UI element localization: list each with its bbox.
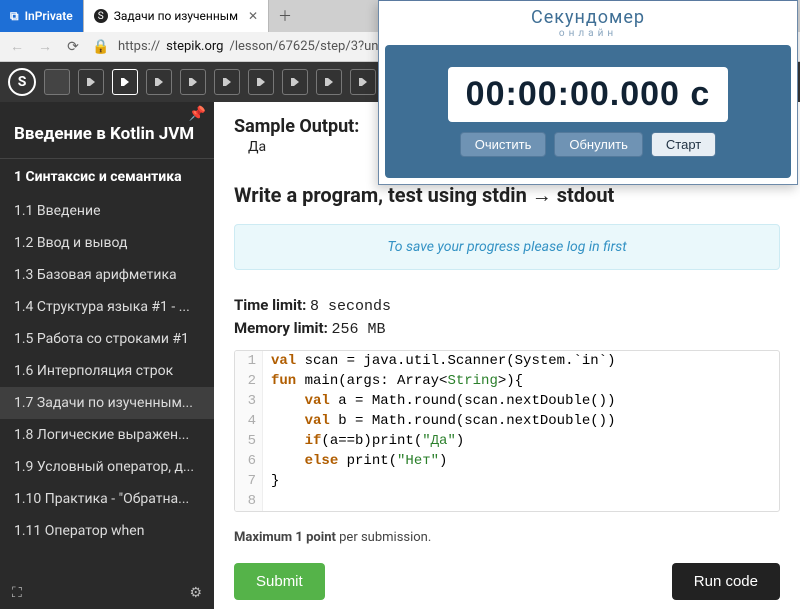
forward-icon[interactable]: → <box>34 36 56 58</box>
close-icon[interactable]: ✕ <box>244 9 258 23</box>
gear-icon[interactable]: ⚙ <box>189 585 202 601</box>
stopwatch-start-button[interactable]: Старт <box>651 132 716 157</box>
step-cell[interactable] <box>248 69 274 95</box>
step-cell[interactable] <box>282 69 308 95</box>
sidebar-item[interactable]: 1.2 Ввод и вывод <box>0 227 214 259</box>
step-cell[interactable] <box>112 69 138 95</box>
submit-button[interactable]: Submit <box>234 563 325 600</box>
time-limit: Time limit: 8 seconds <box>234 296 780 315</box>
refresh-icon[interactable]: ⟳ <box>62 36 84 58</box>
course-sidebar: 📌 Введение в Kotlin JVM 1 Синтаксис и се… <box>0 102 214 609</box>
tab-label: Задачи по изученным <box>114 9 238 23</box>
sidebar-item[interactable]: 1.10 Практика - "Обратна... <box>0 483 214 515</box>
back-icon[interactable]: ← <box>6 36 28 58</box>
step-cell[interactable] <box>44 69 70 95</box>
login-banner[interactable]: To save your progress please log in firs… <box>234 224 780 270</box>
lock-icon: 🔒 <box>90 36 112 58</box>
step-cell[interactable] <box>180 69 206 95</box>
sidebar-item[interactable]: 1.7 Задачи по изученным... <box>0 387 214 419</box>
stopwatch-clear-button[interactable]: Очистить <box>460 132 547 157</box>
memory-limit: Memory limit: 256 MB <box>234 319 780 338</box>
course-title: Введение в Kotlin JVM <box>0 122 214 158</box>
tab-label: InPrivate <box>25 9 73 23</box>
sidebar-item[interactable]: 1.4 Структура языка #1 - ... <box>0 291 214 323</box>
task-title: Write a program, test using stdin → stdo… <box>234 183 780 208</box>
sidebar-item[interactable]: 1.8 Логические выражен... <box>0 419 214 451</box>
sidebar-item[interactable]: 1.3 Базовая арифметика <box>0 259 214 291</box>
stopwatch-logo: Секундомер онлайн <box>379 1 797 41</box>
stepik-logo-icon[interactable]: S <box>8 68 36 96</box>
sidebar-item[interactable]: 1.1 Введение <box>0 195 214 227</box>
browser-tab-inprivate[interactable]: ⧉ InPrivate <box>0 0 84 32</box>
browser-tab-active[interactable]: S Задачи по изученным ✕ <box>84 0 269 32</box>
new-tab-button[interactable]: ＋ <box>269 0 301 32</box>
step-cell[interactable] <box>316 69 342 95</box>
stopwatch-window[interactable]: Секундомер онлайн 00:00:00.000 с Очистит… <box>378 0 798 185</box>
sidebar-item[interactable]: 1.9 Условный оператор, д... <box>0 451 214 483</box>
run-code-button[interactable]: Run code <box>672 563 780 600</box>
fullscreen-icon[interactable]: ⛶ <box>12 585 22 601</box>
code-editor[interactable]: 1val scan = java.util.Scanner(System.`in… <box>234 350 780 512</box>
pin-icon[interactable]: 📌 <box>189 106 206 122</box>
max-points: Maximum 1 point per submission. <box>234 530 431 545</box>
sidebar-item[interactable]: 1.5 Работа со строками #1 <box>0 323 214 355</box>
sidebar-item[interactable]: 1.11 Оператор when <box>0 515 214 547</box>
step-cell[interactable] <box>350 69 376 95</box>
step-cell[interactable] <box>214 69 240 95</box>
stepik-favicon: S <box>94 9 108 23</box>
step-cell[interactable] <box>78 69 104 95</box>
stopwatch-reset-button[interactable]: Обнулить <box>554 132 643 157</box>
section-title[interactable]: 1 Синтаксис и семантика <box>0 158 214 195</box>
inprivate-icon: ⧉ <box>10 9 19 24</box>
step-cell[interactable] <box>146 69 172 95</box>
sidebar-item[interactable]: 1.6 Интерполяция строк <box>0 355 214 387</box>
stopwatch-display: 00:00:00.000 с <box>448 67 729 122</box>
